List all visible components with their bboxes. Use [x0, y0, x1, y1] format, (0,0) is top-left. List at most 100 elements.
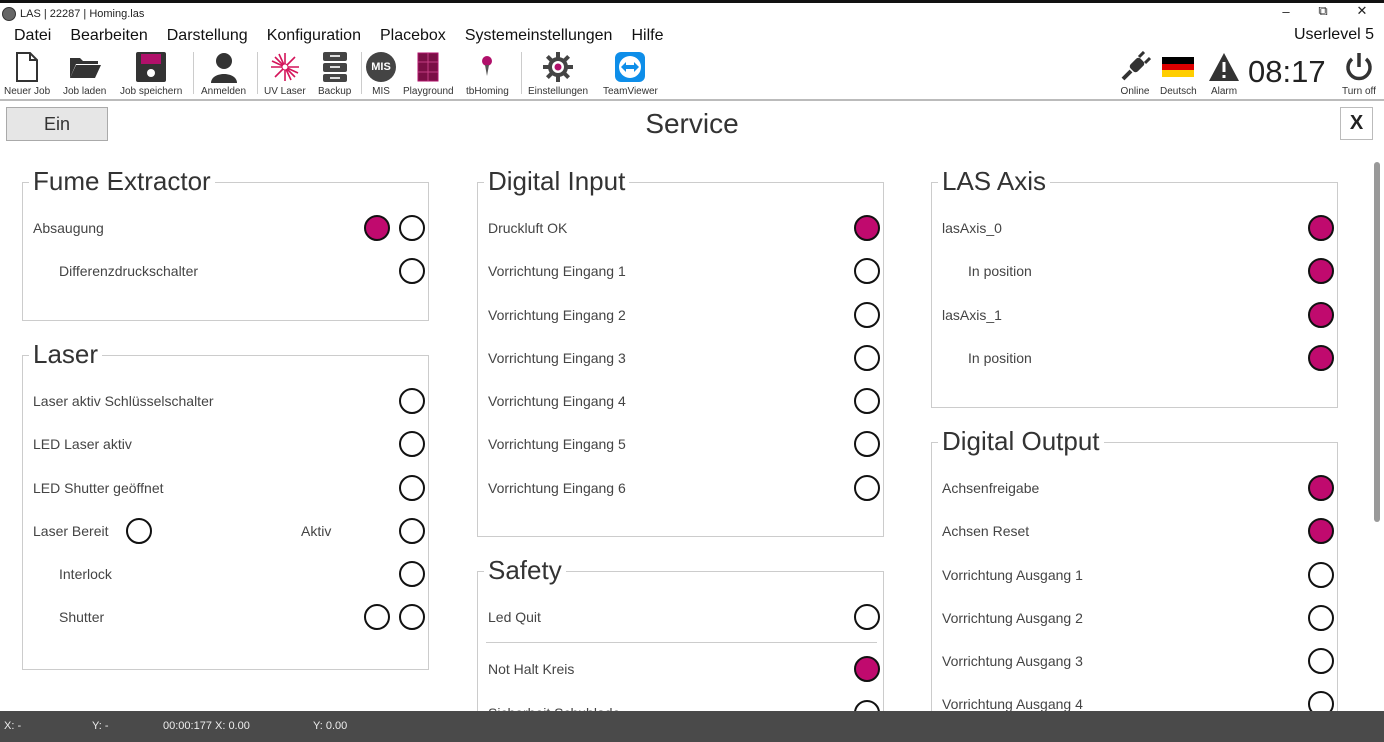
- fume-extractor-title: Fume Extractor: [29, 166, 215, 196]
- status-y: Y: -: [92, 720, 109, 732]
- menu-konfiguration[interactable]: Konfiguration: [267, 27, 361, 45]
- language-label: Deutsch: [1160, 86, 1197, 97]
- digital-input-row-label: Vorrichtung Eingang 1: [488, 263, 626, 279]
- las-axis-row-label: lasAxis_0: [942, 220, 1002, 236]
- las-axis-led: [1308, 258, 1334, 284]
- close-service-button[interactable]: X: [1340, 107, 1373, 140]
- uv-laser-label: UV Laser: [264, 86, 306, 97]
- warning-triangle-icon: [1209, 53, 1239, 81]
- language-selector[interactable]: Deutsch: [1160, 50, 1197, 97]
- save-icon: [136, 52, 167, 82]
- save-job-button[interactable]: Job speichern: [120, 50, 182, 97]
- menu-darstellung[interactable]: Darstellung: [167, 27, 248, 45]
- plug-icon: [1121, 51, 1151, 81]
- digital-output-led: [1308, 562, 1334, 588]
- mis-label: MIS: [372, 86, 390, 97]
- power-icon: [1346, 53, 1372, 81]
- window-title: LAS | 22287 | Homing.las: [20, 7, 145, 20]
- interlock-label: Interlock: [59, 566, 112, 582]
- close-window-button[interactable]: ✕: [1344, 0, 1380, 22]
- german-flag-icon: [1162, 57, 1195, 77]
- laser-title: Laser: [29, 339, 103, 369]
- las-axis-group: LAS Axis lasAxis_0 In position lasAxis_1 In…: [931, 166, 1338, 408]
- online-label: Online: [1120, 86, 1150, 97]
- digital-input-row-label: Vorrichtung Eingang 3: [488, 350, 626, 366]
- toolbar-separator: [257, 52, 258, 94]
- vertical-scrollbar[interactable]: [1374, 162, 1380, 522]
- settings-label: Einstellungen: [528, 86, 589, 97]
- restore-button[interactable]: ⧉: [1305, 0, 1341, 22]
- laser-burst-icon: [270, 53, 299, 81]
- server-icon: [322, 52, 347, 82]
- menu-bearbeiten[interactable]: Bearbeiten: [70, 27, 147, 45]
- digital-input-title: Digital Input: [484, 166, 630, 196]
- las-axis-row-label: In position: [968, 263, 1032, 279]
- status-bar: X: - Y: - 00:00:177 X: 0.00 Y: 0.00: [0, 711, 1384, 742]
- mis-button[interactable]: MIS MIS: [366, 50, 396, 97]
- uv-laser-button[interactable]: UV Laser: [264, 50, 306, 97]
- digital-input-row-label: Vorrichtung Eingang 5: [488, 436, 626, 452]
- safety-led: [854, 656, 880, 682]
- digital-input-led: [854, 345, 880, 371]
- alarm-label: Alarm: [1210, 86, 1238, 97]
- absaugung-led-off: [399, 215, 425, 241]
- digital-output-led: [1308, 518, 1334, 544]
- shutter-label: Shutter: [59, 609, 105, 625]
- led-laser-active-label: LED Laser aktiv: [33, 436, 132, 452]
- online-status[interactable]: Online: [1119, 50, 1151, 97]
- login-label: Anmelden: [201, 86, 247, 97]
- tbhoming-label: tbHoming: [466, 86, 509, 97]
- ein-button[interactable]: Ein: [6, 107, 108, 141]
- settings-button[interactable]: Einstellungen: [528, 50, 588, 97]
- differenzdruckschalter-led: [399, 258, 425, 284]
- menu-systemeinstellungen[interactable]: Systemeinstellungen: [465, 27, 613, 45]
- safety-row-label: Not Halt Kreis: [488, 661, 575, 677]
- digital-input-led: [854, 431, 880, 457]
- digital-output-title: Digital Output: [938, 426, 1104, 456]
- laser-ready-label: Laser Bereit: [33, 523, 109, 539]
- userlevel-label: Userlevel 5: [1293, 26, 1374, 43]
- menu-placebox[interactable]: Placebox: [380, 27, 446, 45]
- las-axis-row-label: lasAxis_1: [942, 307, 1002, 323]
- tbhoming-button[interactable]: tbHoming: [466, 50, 509, 97]
- digital-input-led: [854, 388, 880, 414]
- menu-bar: Datei Bearbeiten Darstellung Konfigurati…: [0, 24, 1384, 48]
- digital-output-led: [1308, 605, 1334, 631]
- playground-label: Playground: [403, 86, 454, 97]
- absaugung-led-on: [364, 215, 390, 241]
- digital-output-row-label: Vorrichtung Ausgang 1: [942, 567, 1083, 583]
- shutter-led-2: [399, 604, 425, 630]
- menu-datei[interactable]: Datei: [14, 27, 51, 45]
- laser-active-led: [399, 518, 425, 544]
- digital-input-led: [854, 258, 880, 284]
- status-time-x: 00:00:177 X: 0.00: [163, 720, 250, 732]
- clock: 08:17: [1248, 54, 1326, 89]
- turn-off-button[interactable]: Turn off: [1342, 50, 1376, 97]
- digital-output-row-label: Achsenfreigabe: [942, 480, 1040, 496]
- backup-button[interactable]: Backup: [318, 50, 351, 97]
- login-button[interactable]: Anmelden: [201, 50, 246, 97]
- minimize-button[interactable]: –: [1268, 0, 1304, 22]
- backup-label: Backup: [318, 86, 352, 97]
- digital-input-group: Digital Input Druckluft OK Vorrichtung Ei…: [477, 166, 884, 537]
- map-pin-icon: [482, 56, 493, 76]
- laser-key-switch-led: [399, 388, 425, 414]
- safety-led: [854, 604, 880, 630]
- digital-input-row-label: Druckluft OK: [488, 220, 568, 236]
- laser-active-label: Aktiv: [301, 523, 332, 539]
- alarm-indicator[interactable]: Alarm: [1208, 50, 1240, 97]
- save-job-label: Job speichern: [120, 86, 183, 97]
- led-laser-active-led: [399, 431, 425, 457]
- menu-hilfe[interactable]: Hilfe: [631, 27, 663, 45]
- load-job-button[interactable]: Job laden: [63, 50, 106, 97]
- digital-output-row-label: Achsen Reset: [942, 523, 1030, 539]
- new-job-button[interactable]: Neuer Job: [4, 50, 50, 97]
- led-shutter-label: LED Shutter geöffnet: [33, 480, 164, 496]
- playground-button[interactable]: Playground: [403, 50, 454, 97]
- teamviewer-button[interactable]: TeamViewer: [603, 50, 658, 97]
- toolbar-separator: [521, 52, 522, 94]
- digital-input-led: [854, 302, 880, 328]
- digital-output-row-label: Vorrichtung Ausgang 4: [942, 696, 1083, 712]
- safety-row-label: Led Quit: [488, 609, 541, 625]
- safety-group: Safety Led QuitNot Halt KreisSicherheit …: [477, 555, 884, 726]
